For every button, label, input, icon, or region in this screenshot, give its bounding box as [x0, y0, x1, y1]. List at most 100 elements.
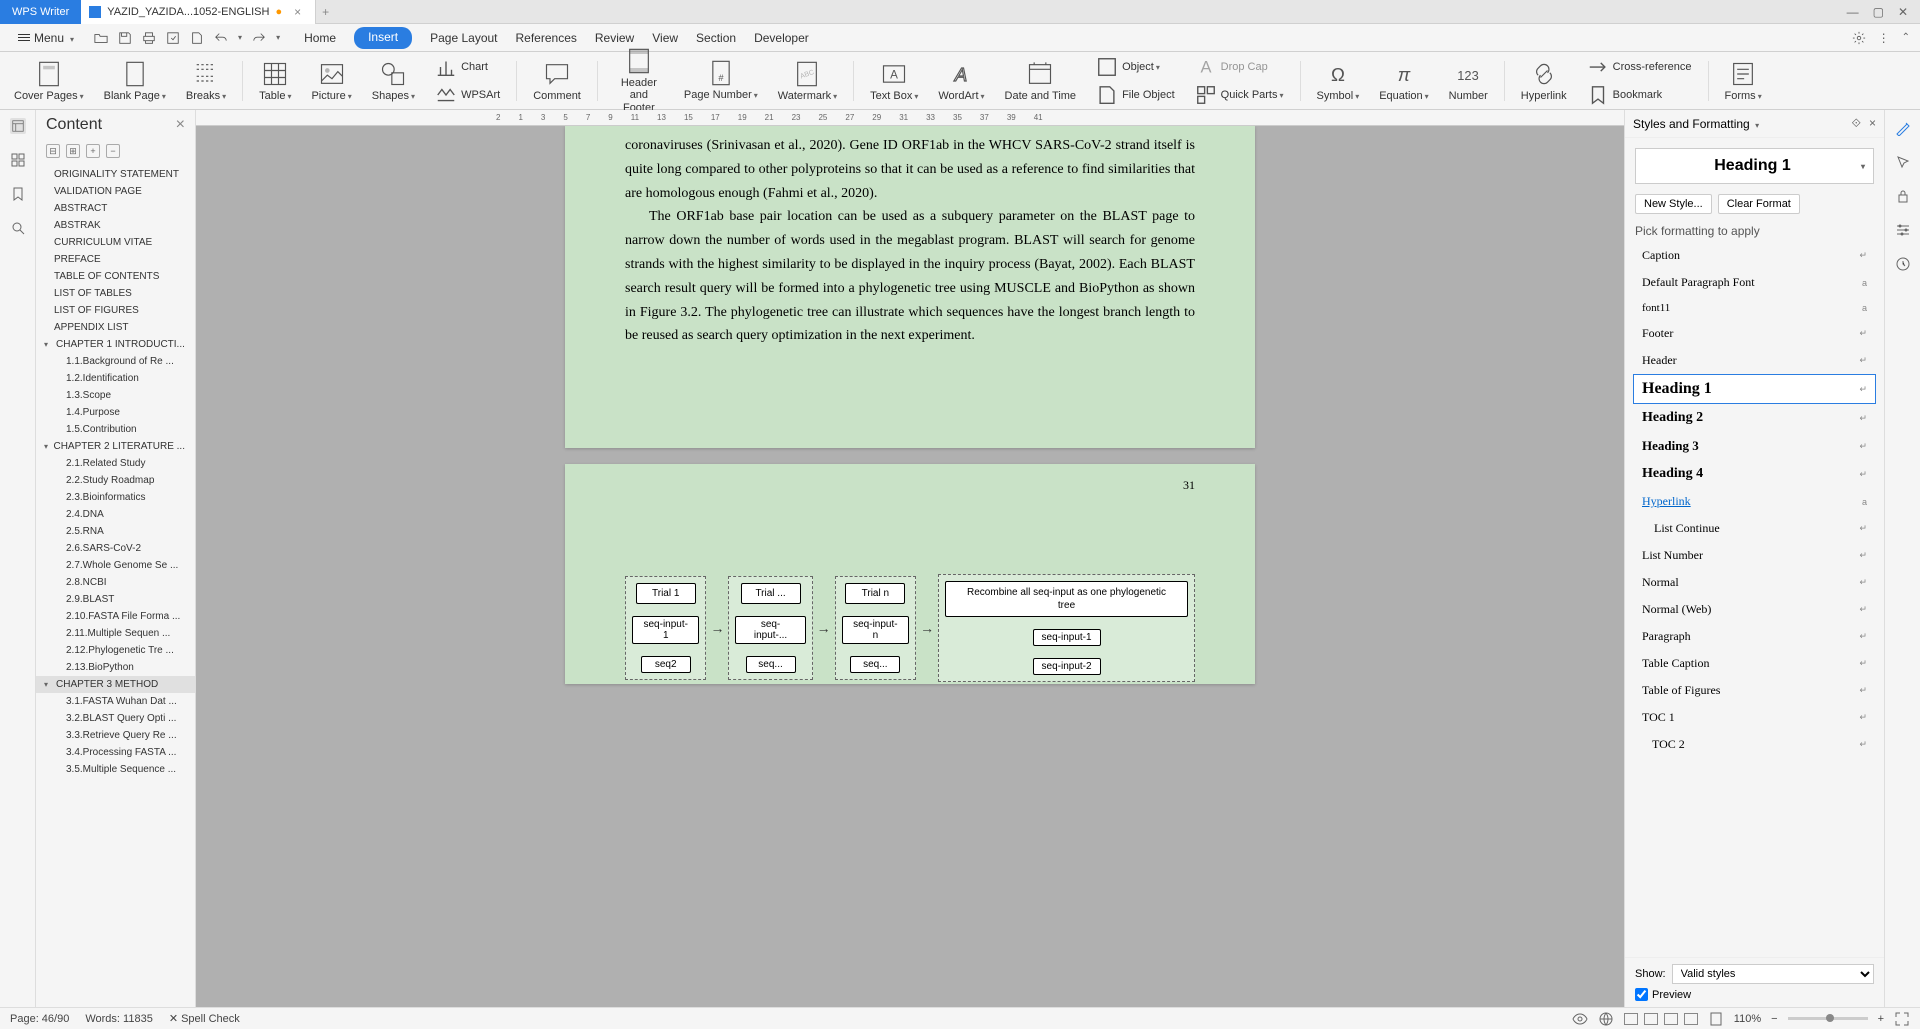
shapes-button[interactable]: Shapes — [368, 58, 419, 104]
style-item[interactable]: Heading 4↵ — [1633, 460, 1876, 488]
chevron-down-icon[interactable]: ▾ — [1861, 162, 1865, 171]
text-box-button[interactable]: A Text Box — [866, 58, 922, 104]
toc-arrow-icon[interactable]: ▾ — [44, 340, 52, 349]
view-web-icon[interactable] — [1664, 1013, 1678, 1025]
forms-button[interactable]: Forms — [1721, 58, 1766, 104]
zoom-out-icon[interactable]: − — [1771, 1013, 1777, 1025]
equation-button[interactable]: π Equation — [1375, 58, 1432, 104]
save-icon[interactable] — [118, 31, 132, 45]
print-icon[interactable] — [142, 31, 156, 45]
style-item[interactable]: Heading 3↵ — [1633, 432, 1876, 460]
settings-icon[interactable] — [1852, 31, 1866, 45]
style-item[interactable]: Heading 1↵ — [1633, 374, 1876, 404]
style-item[interactable]: font11a — [1633, 296, 1876, 320]
number-button[interactable]: 123 Number — [1445, 58, 1492, 104]
toc-item[interactable]: APPENDIX LIST — [36, 319, 195, 336]
toc-item[interactable]: 2.5.RNA — [36, 523, 195, 540]
style-item[interactable]: Heading 2↵ — [1633, 404, 1876, 432]
page-next[interactable]: 31 Trial 1 seq-input-1 seq2 → Trial ... … — [565, 464, 1255, 684]
show-select[interactable]: Valid styles — [1672, 964, 1874, 984]
style-item[interactable]: Paragraph↵ — [1633, 623, 1876, 650]
toc-item[interactable]: 2.12.Phylogenetic Tre ... — [36, 642, 195, 659]
toc-item[interactable]: 3.5.Multiple Sequence ... — [36, 761, 195, 778]
page-number-button[interactable]: # Page Number — [680, 57, 762, 103]
history-icon[interactable] — [1895, 256, 1911, 272]
toc-item[interactable]: 2.1.Related Study — [36, 455, 195, 472]
toc-item[interactable]: 3.1.FASTA Wuhan Dat ... — [36, 693, 195, 710]
toc-item[interactable]: CURRICULUM VITAE — [36, 234, 195, 251]
watermark-button[interactable]: ABC Watermark — [774, 58, 841, 104]
toc-item[interactable]: 2.6.SARS-CoV-2 — [36, 540, 195, 557]
toc-arrow-icon[interactable]: ▾ — [44, 442, 49, 451]
breaks-button[interactable]: Breaks — [182, 58, 230, 104]
toc-item[interactable]: VALIDATION PAGE — [36, 183, 195, 200]
style-item[interactable]: List Continue↵ — [1633, 515, 1876, 542]
toc-item[interactable]: 1.4.Purpose — [36, 404, 195, 421]
body-paragraph[interactable]: coronaviruses (Srinivasan et al., 2020).… — [625, 134, 1195, 205]
toc-item[interactable]: ▾CHAPTER 1 INTRODUCTI... — [36, 336, 195, 353]
drop-cap-button[interactable]: A Drop Cap — [1191, 54, 1288, 80]
style-item[interactable]: Table Caption↵ — [1633, 650, 1876, 677]
toc-item[interactable]: 1.5.Contribution — [36, 421, 195, 438]
ribbon-tab-section[interactable]: Section — [696, 27, 736, 49]
toc-item[interactable]: 1.2.Identification — [36, 370, 195, 387]
collapse-level-icon[interactable]: − — [106, 144, 120, 158]
minimize-button[interactable]: — — [1847, 5, 1859, 19]
body-paragraph[interactable]: The ORF1ab base pair location can be use… — [625, 205, 1195, 348]
zoom-value[interactable]: 110% — [1734, 1013, 1761, 1025]
toc-item[interactable]: 1.1.Background of Re ... — [36, 353, 195, 370]
bookmark-rail-icon[interactable] — [10, 186, 26, 202]
expand-all-icon[interactable]: ⊟ — [46, 144, 60, 158]
open-icon[interactable] — [94, 31, 108, 45]
view-print-icon[interactable] — [1624, 1013, 1638, 1025]
comment-button[interactable]: Comment — [529, 58, 585, 104]
ribbon-tab-home[interactable]: Home — [304, 27, 336, 49]
view-outline-icon[interactable] — [1644, 1013, 1658, 1025]
style-item[interactable]: Hyperlinka — [1633, 488, 1876, 515]
fit-page-icon[interactable] — [1894, 1011, 1910, 1027]
toc-item[interactable]: LIST OF TABLES — [36, 285, 195, 302]
style-item[interactable]: Normal↵ — [1633, 569, 1876, 596]
file-object-button[interactable]: File Object — [1092, 82, 1179, 108]
eye-icon[interactable] — [1572, 1011, 1588, 1027]
header-footer-button[interactable]: Header and Footer — [610, 45, 668, 115]
symbol-button[interactable]: Ω Symbol — [1313, 58, 1364, 104]
toc-item[interactable]: 3.4.Processing FASTA ... — [36, 744, 195, 761]
style-item[interactable]: TOC 1↵ — [1633, 704, 1876, 731]
search-icon[interactable] — [10, 220, 26, 236]
add-tab-icon[interactable]: + — [316, 5, 335, 19]
collapse-ribbon-icon[interactable]: ⌃ — [1902, 32, 1910, 43]
toc-item[interactable]: 2.10.FASTA File Forma ... — [36, 608, 195, 625]
globe-icon[interactable] — [1598, 1011, 1614, 1027]
style-item[interactable]: Caption↵ — [1633, 242, 1876, 269]
word-count[interactable]: Words: 11835 — [85, 1013, 152, 1025]
zoom-in-icon[interactable]: + — [1878, 1013, 1884, 1025]
document-tab[interactable]: YAZID_YAZIDA...1052-ENGLISH ● × — [81, 0, 316, 24]
toc-item[interactable]: ABSTRACT — [36, 200, 195, 217]
pin-icon[interactable]: ⟐ — [1852, 116, 1861, 131]
toc-item[interactable]: 1.3.Scope — [36, 387, 195, 404]
toc-arrow-icon[interactable]: ▾ — [44, 680, 52, 689]
blank-page-button[interactable]: Blank Page — [100, 58, 170, 104]
toc-item[interactable]: ▾CHAPTER 2 LITERATURE ... — [36, 438, 195, 455]
page-indicator[interactable]: Page: 46/90 — [10, 1013, 69, 1025]
toc-item[interactable]: 2.7.Whole Genome Se ... — [36, 557, 195, 574]
export-pdf-icon[interactable] — [190, 31, 204, 45]
object-button[interactable]: Object — [1092, 54, 1179, 80]
select-icon[interactable] — [1895, 154, 1911, 170]
bookmark-button[interactable]: Bookmark — [1583, 82, 1696, 108]
styles-list[interactable]: Caption↵Default Paragraph Fontafont11aFo… — [1625, 242, 1884, 957]
new-style-button[interactable]: New Style... — [1635, 194, 1712, 214]
cover-pages-button[interactable]: Cover Pages — [10, 58, 88, 104]
toc-item[interactable]: 2.2.Study Roadmap — [36, 472, 195, 489]
toc-item[interactable]: ABSTRAK — [36, 217, 195, 234]
toc-item[interactable]: 2.8.NCBI — [36, 574, 195, 591]
thumbnails-icon[interactable] — [10, 152, 26, 168]
toc-item[interactable]: 2.11.Multiple Sequen ... — [36, 625, 195, 642]
style-item[interactable]: Default Paragraph Fonta — [1633, 269, 1876, 296]
style-item[interactable]: TOC 2↵ — [1633, 731, 1876, 758]
style-item[interactable]: Header↵ — [1633, 347, 1876, 374]
close-panel-icon[interactable]: × — [1869, 116, 1876, 131]
zoom-handle[interactable] — [1826, 1014, 1834, 1022]
toc-item[interactable]: 3.2.BLAST Query Opti ... — [36, 710, 195, 727]
